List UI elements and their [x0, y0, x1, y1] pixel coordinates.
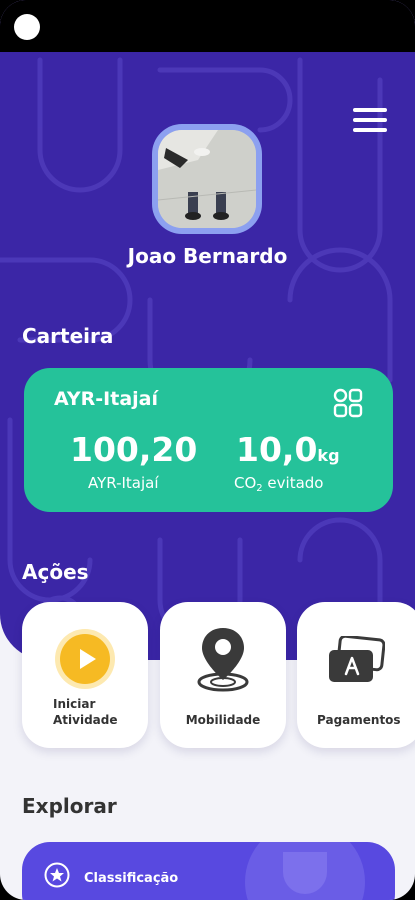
location-pin-icon [197, 628, 249, 692]
co2-value: 10,0 [236, 430, 318, 469]
start-activity-label: Iniciar Atividade [53, 697, 118, 727]
app-screen: Joao Bernardo Carteira AYR-Itajaí 100,20… [0, 0, 415, 900]
wallet-section-title: Carteira [22, 324, 114, 348]
hamburger-menu-icon[interactable] [353, 108, 387, 134]
co2-value-group: 10,0kg [236, 430, 340, 469]
mobility-button[interactable]: Mobilidade [160, 602, 286, 748]
play-icon [55, 629, 115, 689]
camera-cutout [14, 14, 40, 40]
co2-unit: kg [317, 446, 340, 465]
actions-section-title: Ações [22, 560, 89, 584]
trophy-icon [245, 842, 365, 900]
balance-value: 100,20 [70, 430, 198, 469]
balance-label: AYR-Itajaí [88, 474, 159, 492]
star-icon [44, 862, 70, 888]
apps-grid-icon[interactable] [333, 388, 363, 418]
mobility-label: Mobilidade [185, 713, 261, 727]
ranking-card[interactable]: Classificação [22, 842, 395, 900]
explore-section-title: Explorar [22, 794, 117, 818]
payments-label: Pagamentos [317, 713, 401, 727]
cards-icon [329, 636, 385, 682]
ranking-label: Classificação [84, 871, 179, 886]
wallet-card[interactable]: AYR-Itajaí 100,20 AYR-Itajaí 10,0kg CO2 … [24, 368, 393, 512]
start-activity-button[interactable]: Iniciar Atividade [22, 602, 148, 748]
status-bar [0, 0, 415, 52]
avatar[interactable] [152, 124, 262, 234]
wallet-token-name: AYR-Itajaí [54, 388, 158, 410]
avatar-photo [158, 130, 256, 228]
payments-button[interactable]: Pagamentos [297, 602, 415, 748]
user-name: Joao Bernardo [127, 244, 288, 268]
co2-label: CO2 evitado [234, 474, 324, 494]
